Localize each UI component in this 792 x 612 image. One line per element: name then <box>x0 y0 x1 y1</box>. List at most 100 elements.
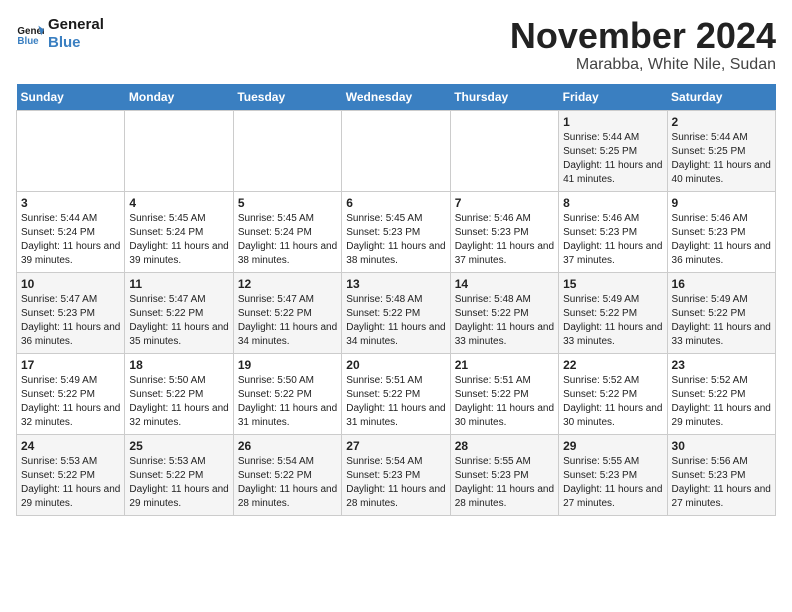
calendar-header: SundayMondayTuesdayWednesdayThursdayFrid… <box>17 84 776 111</box>
calendar-cell <box>17 110 125 191</box>
logo: General Blue General Blue <box>16 16 104 52</box>
weekday-header-friday: Friday <box>559 84 667 111</box>
calendar-cell: 9 Sunrise: 5:46 AM Sunset: 5:23 PM Daylig… <box>667 191 775 272</box>
day-number: 19 <box>238 358 337 372</box>
day-info: Sunrise: 5:48 AM Sunset: 5:22 PM Dayligh… <box>455 293 554 349</box>
day-info: Sunrise: 5:55 AM Sunset: 5:23 PM Dayligh… <box>455 455 554 511</box>
day-number: 28 <box>455 439 554 453</box>
day-info: Sunrise: 5:50 AM Sunset: 5:22 PM Dayligh… <box>238 374 337 430</box>
day-number: 30 <box>672 439 771 453</box>
calendar-cell: 27Sunrise: 5:54 AM Sunset: 5:23 PM Dayli… <box>342 434 450 515</box>
calendar-body: 1 Sunrise: 5:44 AM Sunset: 5:25 PM Daylig… <box>17 110 776 515</box>
calendar-cell: 26 Sunrise: 5:54 AM Sunset: 5:22 PM Dayli… <box>233 434 341 515</box>
calendar-cell: 14 Sunrise: 5:48 AM Sunset: 5:22 PM Dayli… <box>450 272 558 353</box>
weekday-header-saturday: Saturday <box>667 84 775 111</box>
day-number: 6 <box>346 196 445 210</box>
day-number: 17 <box>21 358 120 372</box>
svg-text:Blue: Blue <box>17 36 39 47</box>
calendar-cell: 28 Sunrise: 5:55 AM Sunset: 5:23 PM Dayli… <box>450 434 558 515</box>
weekday-header-tuesday: Tuesday <box>233 84 341 111</box>
calendar-cell: 10 Sunrise: 5:47 AM Sunset: 5:23 PM Dayli… <box>17 272 125 353</box>
weekday-header-wednesday: Wednesday <box>342 84 450 111</box>
day-number: 3 <box>21 196 120 210</box>
day-number: 11 <box>129 277 228 291</box>
calendar-week-4: 24Sunrise: 5:53 AM Sunset: 5:22 PM Dayli… <box>17 434 776 515</box>
month-title: November 2024 <box>510 16 776 56</box>
calendar-week-0: 1 Sunrise: 5:44 AM Sunset: 5:25 PM Daylig… <box>17 110 776 191</box>
calendar-cell <box>342 110 450 191</box>
day-number: 10 <box>21 277 120 291</box>
weekday-header-thursday: Thursday <box>450 84 558 111</box>
calendar-cell: 11 Sunrise: 5:47 AM Sunset: 5:22 PM Dayli… <box>125 272 233 353</box>
day-number: 29 <box>563 439 662 453</box>
calendar-cell: 12Sunrise: 5:47 AM Sunset: 5:22 PM Dayli… <box>233 272 341 353</box>
day-number: 4 <box>129 196 228 210</box>
calendar-week-3: 17Sunrise: 5:49 AM Sunset: 5:22 PM Dayli… <box>17 353 776 434</box>
day-info: Sunrise: 5:50 AM Sunset: 5:22 PM Dayligh… <box>129 374 228 430</box>
day-info: Sunrise: 5:47 AM Sunset: 5:22 PM Dayligh… <box>129 293 228 349</box>
calendar-cell: 7 Sunrise: 5:46 AM Sunset: 5:23 PM Daylig… <box>450 191 558 272</box>
logo-text-general: General <box>48 16 104 34</box>
calendar-week-2: 10 Sunrise: 5:47 AM Sunset: 5:23 PM Dayli… <box>17 272 776 353</box>
day-info: Sunrise: 5:45 AM Sunset: 5:23 PM Dayligh… <box>346 212 445 268</box>
day-info: Sunrise: 5:44 AM Sunset: 5:24 PM Dayligh… <box>21 212 120 268</box>
day-number: 5 <box>238 196 337 210</box>
day-info: Sunrise: 5:46 AM Sunset: 5:23 PM Dayligh… <box>563 212 662 268</box>
calendar-cell <box>233 110 341 191</box>
day-info: Sunrise: 5:56 AM Sunset: 5:23 PM Dayligh… <box>672 455 771 511</box>
day-info: Sunrise: 5:47 AM Sunset: 5:23 PM Dayligh… <box>21 293 120 349</box>
calendar-cell: 4Sunrise: 5:45 AM Sunset: 5:24 PM Daylig… <box>125 191 233 272</box>
day-info: Sunrise: 5:44 AM Sunset: 5:25 PM Dayligh… <box>563 131 662 187</box>
logo-text-blue: Blue <box>48 34 104 52</box>
day-number: 1 <box>563 115 662 129</box>
calendar-table: SundayMondayTuesdayWednesdayThursdayFrid… <box>16 84 776 516</box>
day-info: Sunrise: 5:44 AM Sunset: 5:25 PM Dayligh… <box>672 131 771 187</box>
day-number: 12 <box>238 277 337 291</box>
calendar-cell: 20Sunrise: 5:51 AM Sunset: 5:22 PM Dayli… <box>342 353 450 434</box>
title-area: November 2024 Marabba, White Nile, Sudan <box>510 16 776 74</box>
calendar-cell: 6 Sunrise: 5:45 AM Sunset: 5:23 PM Daylig… <box>342 191 450 272</box>
calendar-cell: 22Sunrise: 5:52 AM Sunset: 5:22 PM Dayli… <box>559 353 667 434</box>
location-title: Marabba, White Nile, Sudan <box>510 56 776 74</box>
day-info: Sunrise: 5:46 AM Sunset: 5:23 PM Dayligh… <box>455 212 554 268</box>
day-number: 18 <box>129 358 228 372</box>
day-info: Sunrise: 5:48 AM Sunset: 5:22 PM Dayligh… <box>346 293 445 349</box>
day-number: 2 <box>672 115 771 129</box>
weekday-header-sunday: Sunday <box>17 84 125 111</box>
calendar-cell: 30 Sunrise: 5:56 AM Sunset: 5:23 PM Dayli… <box>667 434 775 515</box>
day-number: 13 <box>346 277 445 291</box>
day-info: Sunrise: 5:51 AM Sunset: 5:22 PM Dayligh… <box>455 374 554 430</box>
day-number: 23 <box>672 358 771 372</box>
calendar-cell: 2 Sunrise: 5:44 AM Sunset: 5:25 PM Daylig… <box>667 110 775 191</box>
day-number: 7 <box>455 196 554 210</box>
calendar-cell: 21Sunrise: 5:51 AM Sunset: 5:22 PM Dayli… <box>450 353 558 434</box>
day-info: Sunrise: 5:49 AM Sunset: 5:22 PM Dayligh… <box>672 293 771 349</box>
page-header: General Blue General Blue November 2024 … <box>16 16 776 74</box>
calendar-cell: 8Sunrise: 5:46 AM Sunset: 5:23 PM Daylig… <box>559 191 667 272</box>
logo-icon: General Blue <box>16 20 44 48</box>
day-info: Sunrise: 5:54 AM Sunset: 5:23 PM Dayligh… <box>346 455 445 511</box>
calendar-cell <box>125 110 233 191</box>
day-number: 24 <box>21 439 120 453</box>
calendar-cell: 24Sunrise: 5:53 AM Sunset: 5:22 PM Dayli… <box>17 434 125 515</box>
calendar-cell: 25Sunrise: 5:53 AM Sunset: 5:22 PM Dayli… <box>125 434 233 515</box>
weekday-row: SundayMondayTuesdayWednesdayThursdayFrid… <box>17 84 776 111</box>
day-info: Sunrise: 5:45 AM Sunset: 5:24 PM Dayligh… <box>238 212 337 268</box>
calendar-cell: 3 Sunrise: 5:44 AM Sunset: 5:24 PM Daylig… <box>17 191 125 272</box>
calendar-cell: 18 Sunrise: 5:50 AM Sunset: 5:22 PM Dayli… <box>125 353 233 434</box>
calendar-cell: 15 Sunrise: 5:49 AM Sunset: 5:22 PM Dayli… <box>559 272 667 353</box>
calendar-cell: 1 Sunrise: 5:44 AM Sunset: 5:25 PM Daylig… <box>559 110 667 191</box>
day-number: 15 <box>563 277 662 291</box>
calendar-cell: 29 Sunrise: 5:55 AM Sunset: 5:23 PM Dayli… <box>559 434 667 515</box>
day-info: Sunrise: 5:52 AM Sunset: 5:22 PM Dayligh… <box>672 374 771 430</box>
day-info: Sunrise: 5:55 AM Sunset: 5:23 PM Dayligh… <box>563 455 662 511</box>
day-info: Sunrise: 5:49 AM Sunset: 5:22 PM Dayligh… <box>563 293 662 349</box>
calendar-cell: 19 Sunrise: 5:50 AM Sunset: 5:22 PM Dayli… <box>233 353 341 434</box>
day-info: Sunrise: 5:54 AM Sunset: 5:22 PM Dayligh… <box>238 455 337 511</box>
day-number: 9 <box>672 196 771 210</box>
calendar-cell: 16Sunrise: 5:49 AM Sunset: 5:22 PM Dayli… <box>667 272 775 353</box>
calendar-cell: 5 Sunrise: 5:45 AM Sunset: 5:24 PM Daylig… <box>233 191 341 272</box>
day-number: 14 <box>455 277 554 291</box>
day-number: 26 <box>238 439 337 453</box>
day-info: Sunrise: 5:46 AM Sunset: 5:23 PM Dayligh… <box>672 212 771 268</box>
